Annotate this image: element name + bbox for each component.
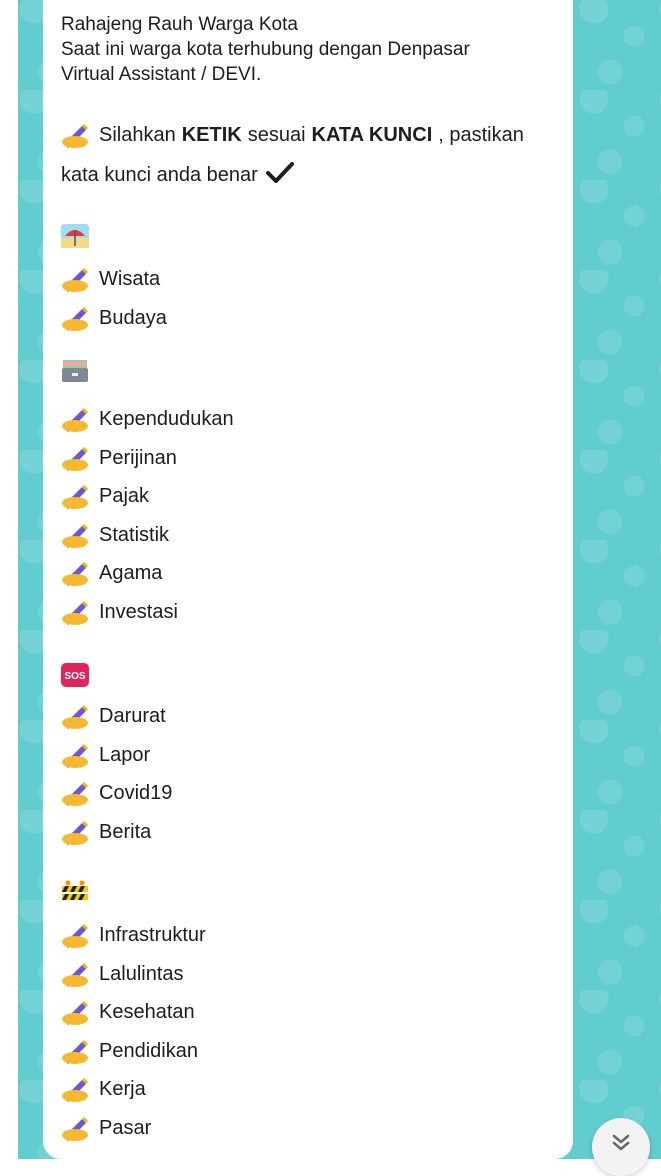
writing-hand-icon bbox=[61, 1115, 91, 1141]
keyword-item: Investasi bbox=[61, 598, 178, 626]
keyword-item: Pajak bbox=[61, 482, 149, 510]
writing-hand-icon bbox=[61, 742, 91, 768]
writing-hand-icon bbox=[61, 780, 91, 806]
keyword-label: Infrastruktur bbox=[99, 923, 206, 946]
beach-umbrella-icon bbox=[61, 224, 89, 248]
keyword-item: Lapor bbox=[61, 741, 150, 769]
writing-hand-icon bbox=[61, 999, 91, 1025]
writing-hand-icon bbox=[61, 445, 91, 471]
card-file-box-icon bbox=[61, 359, 89, 383]
keyword-item: Statistik bbox=[61, 521, 169, 549]
keyword-label: Darurat bbox=[99, 704, 166, 727]
keyword-item: Wisata bbox=[61, 265, 160, 293]
writing-hand-icon bbox=[61, 483, 91, 509]
writing-hand-icon bbox=[61, 922, 91, 948]
writing-hand-icon bbox=[61, 819, 91, 845]
keyword-label: Covid19 bbox=[99, 781, 173, 804]
keyword-label: Kependudukan bbox=[99, 407, 234, 430]
writing-hand-icon bbox=[61, 122, 91, 148]
writing-hand-icon bbox=[61, 266, 91, 292]
keyword-item: Pendidikan bbox=[61, 1037, 198, 1065]
keyword-item: Darurat bbox=[61, 702, 166, 730]
keyword-label: Kesehatan bbox=[99, 1000, 195, 1023]
writing-hand-icon bbox=[61, 560, 91, 586]
keyword-label: Pendidikan bbox=[99, 1039, 198, 1062]
svg-text:SOS: SOS bbox=[64, 671, 85, 682]
keyword-label: Kerja bbox=[99, 1077, 146, 1100]
writing-hand-icon bbox=[61, 1038, 91, 1064]
keyword-label: Statistik bbox=[99, 523, 170, 546]
keyword-item: Agama bbox=[61, 559, 162, 587]
keyword-item: Infrastruktur bbox=[61, 921, 206, 949]
instruction-text-2: sesuai bbox=[247, 123, 306, 146]
instruction-text-4: kata kunci anda benar bbox=[61, 163, 258, 186]
writing-hand-icon bbox=[61, 406, 91, 432]
keyword-item: Lalulintas bbox=[61, 960, 184, 988]
writing-hand-icon bbox=[61, 703, 91, 729]
writing-hand-icon bbox=[61, 599, 91, 625]
check-mark-icon bbox=[265, 161, 294, 189]
construction-icon bbox=[61, 880, 89, 904]
intro-line-2: Virtual Assistant / DEVI. bbox=[61, 64, 262, 85]
keyword-item: Kependudukan bbox=[61, 405, 234, 433]
keyword-label: Pasar bbox=[99, 1116, 152, 1139]
writing-hand-icon bbox=[61, 305, 91, 331]
keyword-item: Kerja bbox=[61, 1075, 146, 1103]
keyword-item: Perijinan bbox=[61, 444, 177, 472]
instruction-line: Silahkan KETIK sesuai KATA KUNCI , pasti… bbox=[61, 121, 524, 149]
greeting-line: Rahajeng Rauh Warga Kota bbox=[61, 14, 298, 35]
intro-line: Saat ini warga kota terhubung dengan Den… bbox=[61, 39, 470, 60]
writing-hand-icon bbox=[61, 522, 91, 548]
keyword-label: Lapor bbox=[99, 743, 151, 766]
scroll-down-button[interactable] bbox=[592, 1118, 650, 1176]
keyword-label: Wisata bbox=[99, 267, 161, 290]
keyword-kata-kunci: KATA KUNCI bbox=[311, 123, 433, 146]
keyword-item: Pasar bbox=[61, 1114, 151, 1142]
instruction-text-3: , pastikan bbox=[438, 123, 524, 146]
keyword-label: Budaya bbox=[99, 306, 167, 329]
keyword-item: Kesehatan bbox=[61, 998, 195, 1026]
keyword-label: Lalulintas bbox=[99, 962, 184, 985]
keyword-item: Budaya bbox=[61, 304, 167, 332]
keyword-label: Agama bbox=[99, 561, 163, 584]
keyword-item: Covid19 bbox=[61, 779, 172, 807]
keyword-item: Berita bbox=[61, 818, 151, 846]
sos-icon: SOS bbox=[61, 663, 89, 687]
instruction-line-2: kata kunci anda benar bbox=[61, 161, 294, 189]
writing-hand-icon bbox=[61, 1076, 91, 1102]
keyword-label: Berita bbox=[99, 820, 152, 843]
instruction-text-1: Silahkan bbox=[99, 123, 176, 146]
keyword-label: Investasi bbox=[99, 600, 178, 623]
keyword-ketik: KETIK bbox=[181, 123, 242, 146]
keyword-label: Perijinan bbox=[99, 446, 177, 469]
keyword-label: Pajak bbox=[99, 484, 150, 507]
writing-hand-icon bbox=[61, 961, 91, 987]
double-chevron-down-icon bbox=[610, 1118, 632, 1159]
